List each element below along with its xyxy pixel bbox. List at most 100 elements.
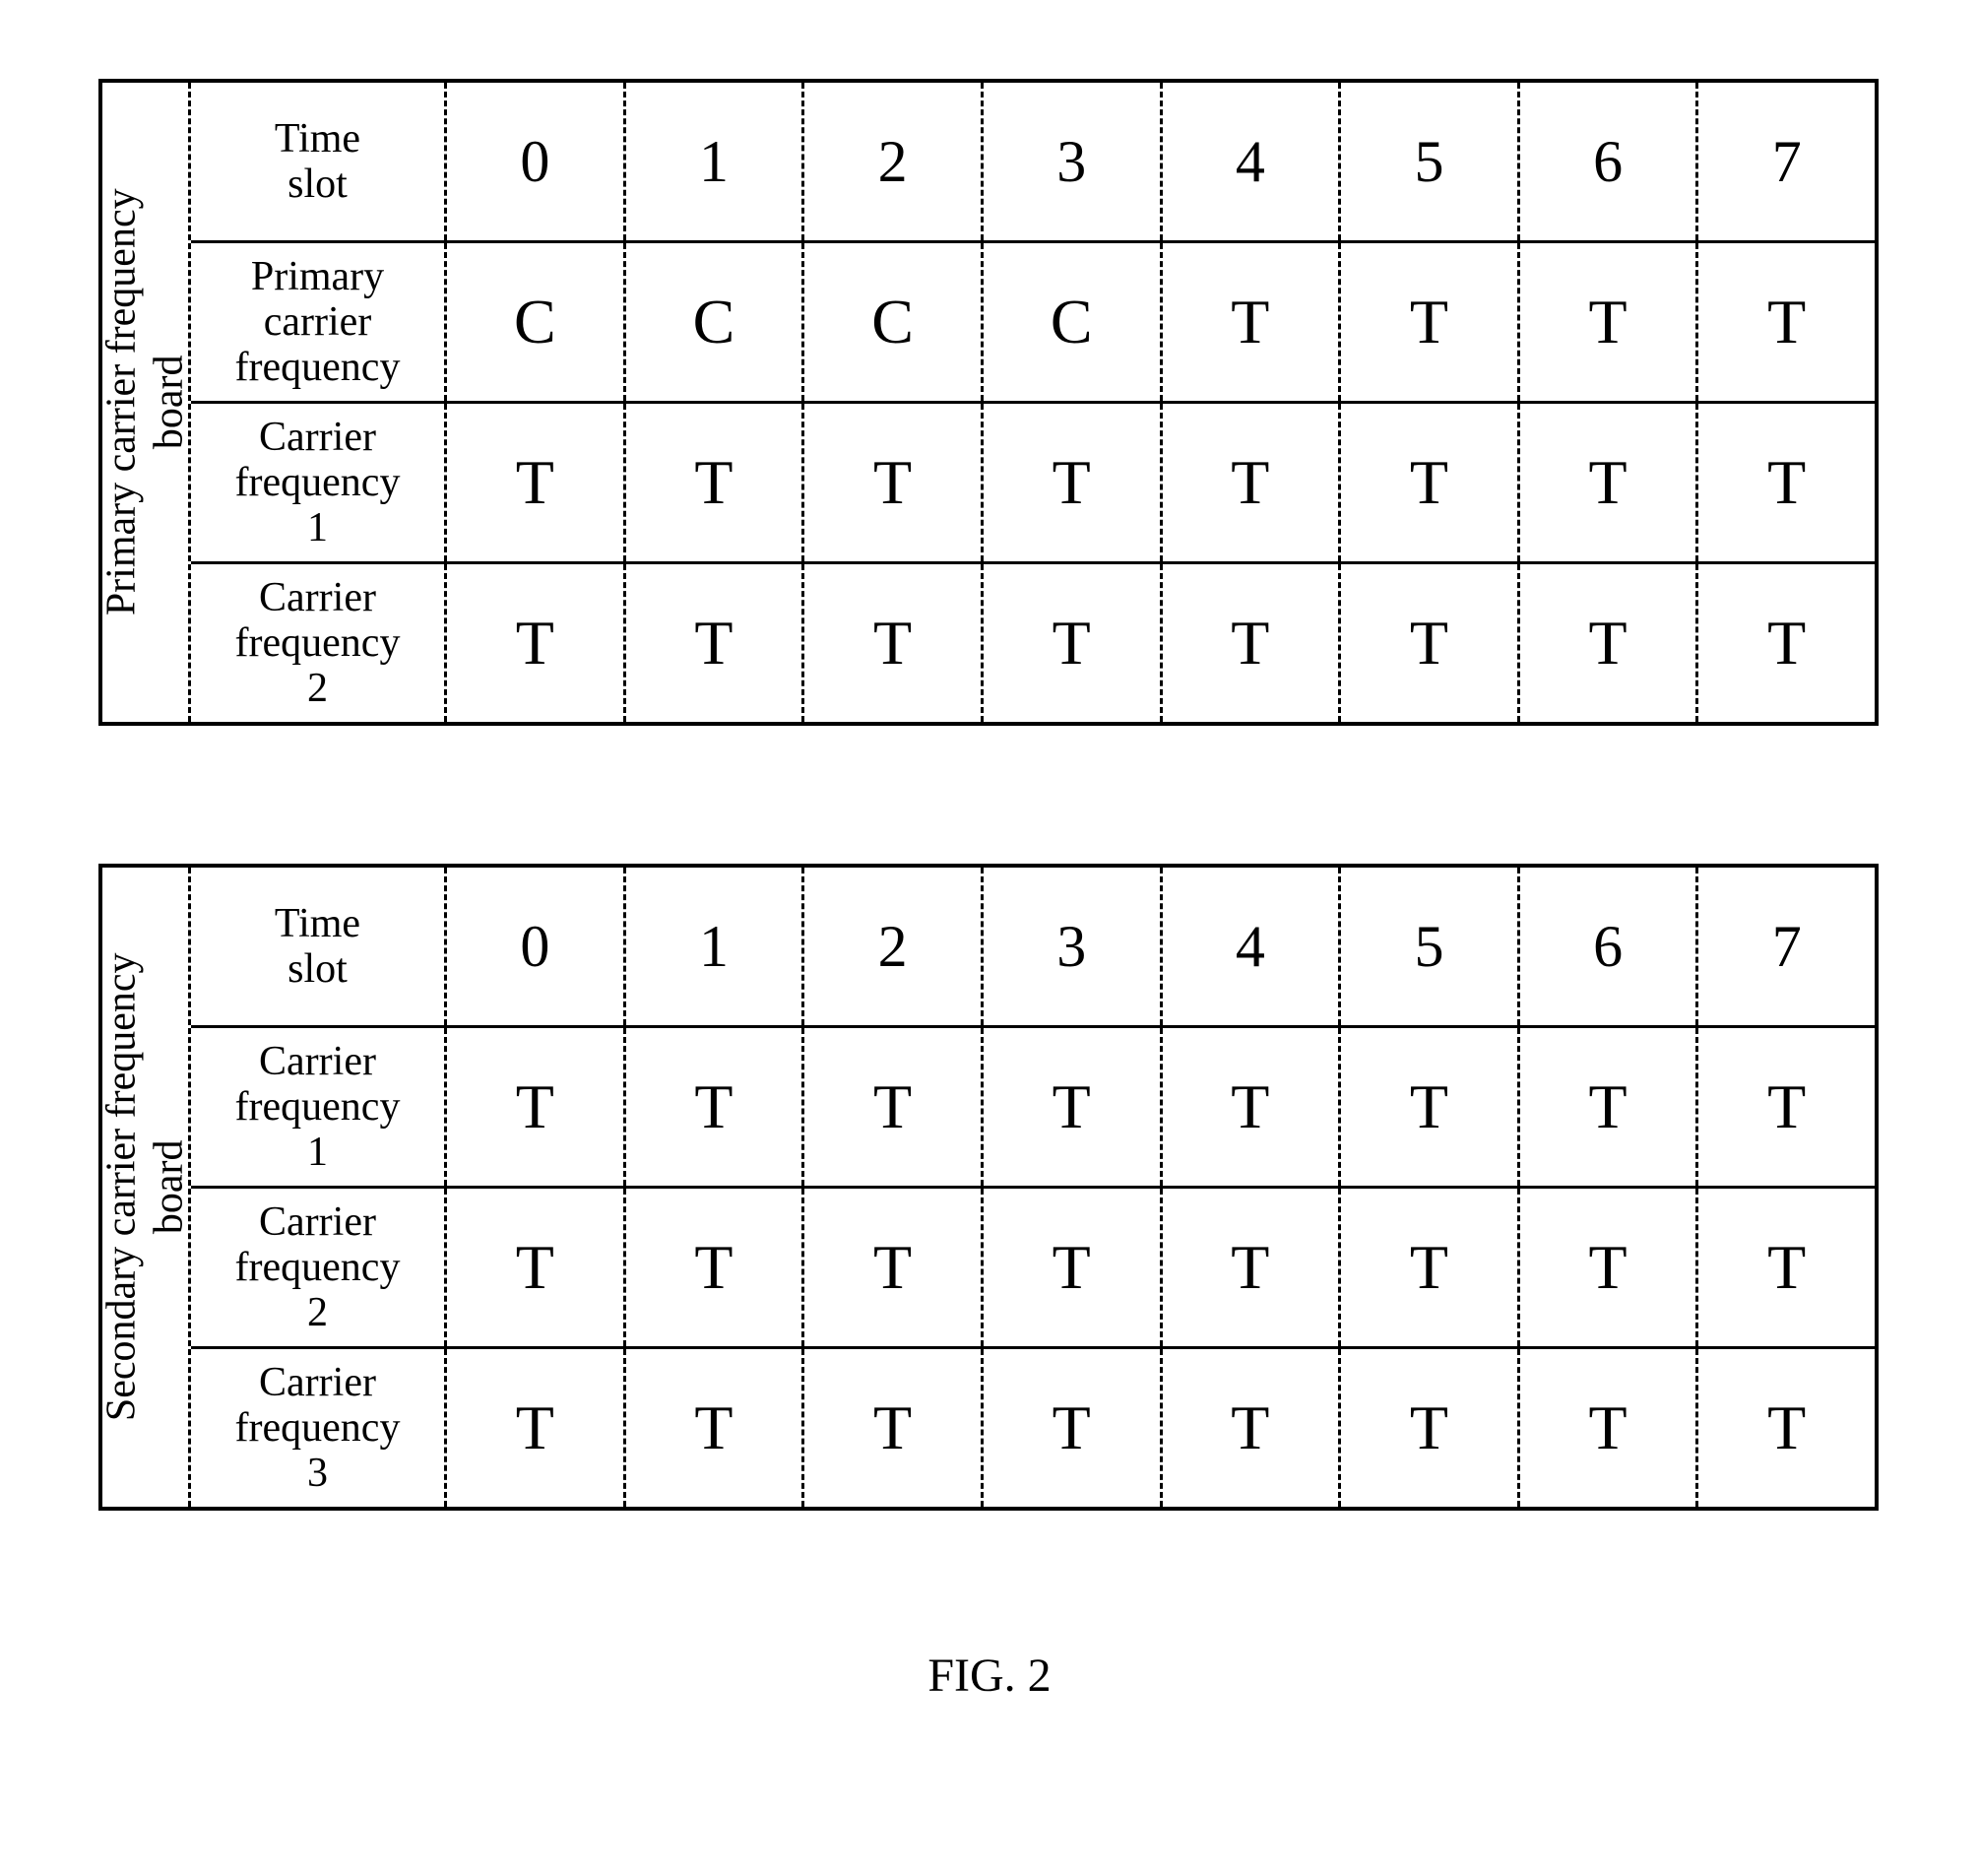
time-slot-label: Time slot: [191, 83, 447, 240]
table-row: Primary carrier frequency C C C C T T T …: [191, 243, 1875, 404]
row-label-line: frequency: [235, 1405, 401, 1451]
row-label-line: Carrier: [259, 1360, 376, 1405]
row-label-line: 1: [307, 505, 328, 550]
side-label-line: Primary carrier frequency: [98, 189, 144, 616]
row-label-line: frequency: [235, 620, 401, 666]
time-slot-header: 3: [984, 83, 1163, 240]
figure-caption: FIG. 2: [98, 1649, 1881, 1703]
secondary-side-label-text: Secondary carrier frequency board: [97, 953, 193, 1422]
time-slot-header: 4: [1163, 83, 1342, 240]
cell-value: T: [447, 1189, 626, 1346]
cell-value: T: [984, 404, 1163, 561]
cell-value: T: [984, 1028, 1163, 1186]
row-label-line: Carrier: [259, 1039, 376, 1084]
cell-value: T: [626, 564, 805, 722]
cell-value: T: [804, 1189, 984, 1346]
table-row: Time slot 0 1 2 3 4 5 6 7: [191, 83, 1875, 243]
cell-value: T: [1520, 404, 1699, 561]
cell-value: T: [1520, 564, 1699, 722]
cell-value: T: [1698, 1028, 1875, 1186]
cell-value: T: [804, 1028, 984, 1186]
side-label-line: board: [147, 356, 192, 450]
table-row: Carrier frequency 2 T T T T T T T T: [191, 564, 1875, 722]
row-label-line: slot: [287, 946, 348, 992]
cell-value: T: [447, 1028, 626, 1186]
table-row: Carrier frequency 2 T T T T T T T T: [191, 1189, 1875, 1349]
cell-value: T: [1341, 564, 1520, 722]
row-label-line: Carrier: [259, 415, 376, 460]
row-label-line: Carrier: [259, 1199, 376, 1245]
cell-value: T: [1163, 564, 1342, 722]
carrier-freq-1-label: Carrier frequency 1: [191, 1028, 447, 1186]
primary-side-label-text: Primary carrier frequency board: [97, 189, 193, 616]
row-label-line: frequency: [235, 460, 401, 505]
carrier-freq-2-label: Carrier frequency 2: [191, 564, 447, 722]
time-slot-header: 7: [1698, 83, 1875, 240]
cell-value: C: [447, 243, 626, 401]
cell-value: T: [1520, 1028, 1699, 1186]
cell-value: T: [1163, 243, 1342, 401]
cell-value: T: [626, 1028, 805, 1186]
figure-page: Primary carrier frequency board Time slo…: [0, 0, 1979, 1876]
row-label-line: Carrier: [259, 575, 376, 620]
cell-value: T: [447, 564, 626, 722]
cell-value: C: [984, 243, 1163, 401]
cell-value: T: [626, 404, 805, 561]
cell-value: T: [626, 1349, 805, 1507]
row-label-line: frequency: [235, 345, 401, 390]
primary-carrier-freq-label: Primary carrier frequency: [191, 243, 447, 401]
row-label-line: Time: [275, 901, 360, 946]
primary-rows: Time slot 0 1 2 3 4 5 6 7 Primary carr: [191, 83, 1875, 722]
cell-value: T: [1163, 1028, 1342, 1186]
cell-value: T: [1698, 564, 1875, 722]
cell-value: T: [1698, 1189, 1875, 1346]
cell-value: C: [626, 243, 805, 401]
row-label-line: frequency: [235, 1245, 401, 1290]
cell-value: T: [1341, 1028, 1520, 1186]
table-row: Carrier frequency 1 T T T T T T T T: [191, 1028, 1875, 1189]
cell-value: T: [1698, 1349, 1875, 1507]
row-label-line: 3: [307, 1451, 328, 1496]
row-label-line: 2: [307, 666, 328, 711]
cell-value: T: [1163, 1349, 1342, 1507]
cell-value: T: [1163, 1189, 1342, 1346]
primary-board-table: Primary carrier frequency board Time slo…: [98, 79, 1879, 726]
cell-value: T: [984, 564, 1163, 722]
cell-value: T: [1520, 1349, 1699, 1507]
cell-value: T: [804, 564, 984, 722]
cell-value: T: [804, 404, 984, 561]
cell-value: T: [447, 1349, 626, 1507]
row-label-line: 2: [307, 1290, 328, 1335]
time-slot-header: 7: [1698, 868, 1875, 1025]
cell-value: T: [447, 404, 626, 561]
time-slot-header: 0: [447, 83, 626, 240]
time-slot-header: 1: [626, 868, 805, 1025]
row-label-line: frequency: [235, 1084, 401, 1130]
row-label-line: slot: [287, 162, 348, 207]
cell-value: T: [1520, 1189, 1699, 1346]
row-label-line: 1: [307, 1130, 328, 1175]
carrier-freq-3-label: Carrier frequency 3: [191, 1349, 447, 1507]
side-label-line: board: [147, 1140, 192, 1235]
carrier-freq-1-label: Carrier frequency 1: [191, 404, 447, 561]
cell-value: T: [1341, 1189, 1520, 1346]
cell-value: T: [1163, 404, 1342, 561]
table-row: Carrier frequency 1 T T T T T T T T: [191, 404, 1875, 564]
time-slot-header: 1: [626, 83, 805, 240]
cell-value: T: [1341, 243, 1520, 401]
time-slot-header: 6: [1520, 868, 1699, 1025]
side-label-line: Secondary carrier frequency: [98, 953, 144, 1422]
time-slot-label: Time slot: [191, 868, 447, 1025]
cell-value: T: [804, 1349, 984, 1507]
cell-value: T: [1698, 243, 1875, 401]
time-slot-header: 0: [447, 868, 626, 1025]
time-slot-header: 4: [1163, 868, 1342, 1025]
secondary-board-table: Secondary carrier frequency board Time s…: [98, 864, 1879, 1511]
cell-value: T: [1341, 404, 1520, 561]
cell-value: C: [804, 243, 984, 401]
row-label-line: carrier: [264, 299, 372, 345]
time-slot-header: 6: [1520, 83, 1699, 240]
cell-value: T: [984, 1189, 1163, 1346]
row-label-line: Primary: [251, 254, 384, 299]
table-row: Carrier frequency 3 T T T T T T T T: [191, 1349, 1875, 1507]
